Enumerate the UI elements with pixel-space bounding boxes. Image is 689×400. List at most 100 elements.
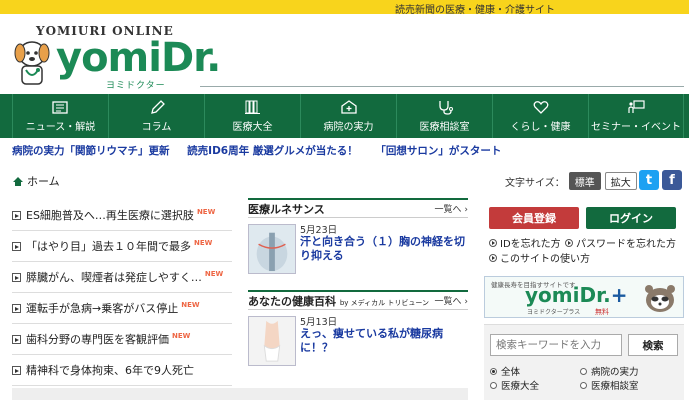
site-logo[interactable]: YOMIURI ONLINE yomiDr. ヨミドクター	[10, 22, 221, 91]
plus-banner-sub: ヨミドクタープラス	[527, 309, 581, 316]
ticker-link[interactable]: 読売ID6周年 厳選グルメが当たる！	[187, 145, 358, 157]
list-item-text: 精神科で身体拘束、6年で9人死亡	[26, 364, 194, 377]
list-item[interactable]: 「はやり目」過去１０年間で最多 NEW	[12, 231, 232, 262]
article-title[interactable]: 汗と向き合う（１）胸の神経を切り抑える	[300, 235, 466, 263]
site-tagline: 読売新聞の医療・健康・介護サイト	[395, 5, 555, 16]
facebook-icon[interactable]: f	[662, 170, 682, 190]
more-link[interactable]: 一覧へ ›	[435, 202, 468, 215]
section-title: あなたの健康百科 by メディカル トリビューン	[248, 293, 429, 309]
section-header-renaissance: 医療ルネサンス 一覧へ ›	[248, 198, 468, 218]
doctor-dog-mascot-icon	[14, 41, 50, 85]
nav-consultation-label: 医療相談室	[419, 122, 470, 133]
arrow-right-icon	[12, 272, 21, 282]
font-size-standard-button[interactable]: 標準	[568, 172, 601, 190]
nav-seminar-label: セミナー・イベント	[591, 122, 681, 133]
nav-lifestyle-label: くらし・健康	[510, 122, 571, 133]
news-ticker: 病院の実力「関節リウマチ」更新 読売ID6周年 厳選グルメが当たる！ 「回想サロ…	[12, 143, 515, 158]
presentation-icon	[628, 100, 645, 113]
nav-encyclopedia[interactable]: 医療大全	[204, 94, 300, 138]
font-size-large-button[interactable]: 拡大	[604, 172, 637, 190]
logo-brand-sub: ヨミドクター	[106, 81, 166, 91]
search-scope-encyclopedia[interactable]: 医療大全	[490, 378, 539, 392]
section-header-health-encyclopedia: あなたの健康百科 by メディカル トリビューン 一覧へ ›	[248, 290, 468, 310]
article-date: 5月23日	[300, 225, 338, 236]
search-scope-all[interactable]: 全体	[490, 364, 520, 378]
section-title-text: あなたの健康百科	[248, 294, 336, 308]
font-size-control: 文字サイズ： 標準 拡大	[505, 172, 637, 190]
twitter-icon[interactable]: t	[639, 170, 659, 190]
article-card[interactable]: 5月13日 えっ、痩せている私が糖尿病に！？	[248, 314, 468, 370]
article-title[interactable]: えっ、痩せている私が糖尿病に！？	[300, 327, 466, 355]
arrow-circle-icon	[489, 253, 497, 262]
yomidr-plus-banner[interactable]: 健康長寿を目指すサイトです yomiDr.+ ヨミドクタープラス 無料	[484, 276, 684, 318]
nav-hospital-label: 病院の実力	[323, 122, 374, 133]
list-item-text: 運転手が急病→乗客がバス停止	[26, 302, 179, 315]
logo-brand: yomiDr.	[56, 35, 221, 81]
main-nav: ニュース・解説 コラム 医療大全 病院の実力 医療相談室 くらし・健康 セミナー…	[0, 94, 689, 138]
list-item[interactable]: 膵臓がん、喫煙者は発症しやすく… NEW	[12, 262, 232, 293]
plus-banner-brand-text: yomiDr.	[525, 283, 611, 307]
search-button[interactable]: 検索	[628, 334, 678, 356]
list-item[interactable]: 運転手が急病→乗客がバス停止 NEW	[12, 293, 232, 324]
search-scope-label: 病院の実力	[591, 367, 639, 378]
plus-banner-free: 無料	[595, 308, 609, 316]
article-thumbnail-spine	[248, 224, 296, 274]
ticker-link[interactable]: 病院の実力「関節リウマチ」更新	[12, 145, 170, 157]
heart-icon	[533, 101, 548, 114]
books-icon	[244, 100, 260, 114]
top-banner: 読売新聞の医療・健康・介護サイト	[0, 0, 689, 16]
forgot-password-label: パスワードを忘れた方	[576, 239, 676, 250]
hospital-icon	[340, 100, 357, 114]
arrow-circle-icon	[565, 238, 573, 247]
news-list: ES細胞普及へ…再生医療に選択肢 NEW 「はやり目」過去１０年間で最多 NEW 膵…	[12, 200, 232, 386]
list-item[interactable]: ES細胞普及へ…再生医療に選択肢 NEW	[12, 200, 232, 231]
new-badge: NEW	[181, 301, 200, 309]
nav-column-label: コラム	[141, 122, 172, 133]
ticker-link[interactable]: 「回想サロン」がスタート	[375, 145, 501, 157]
search-scope-label: 全体	[501, 367, 521, 378]
register-button[interactable]: 会員登録	[489, 207, 579, 229]
article-card[interactable]: 5月23日 汗と向き合う（１）胸の神経を切り抑える	[248, 222, 468, 278]
stethoscope-icon	[438, 101, 453, 115]
search-scope-hospital[interactable]: 病院の実力	[580, 364, 639, 378]
pencil-icon	[150, 100, 165, 114]
plus-banner-brand: yomiDr.+	[525, 283, 627, 307]
home-icon	[13, 176, 23, 186]
forgot-id-link[interactable]: IDを忘れた方	[489, 235, 561, 250]
site-search: 検索 全体 病院の実力 医療大全 医療相談室	[484, 324, 684, 400]
list-item-text: ES細胞普及へ…再生医療に選択肢	[26, 209, 194, 222]
list-item-text: 膵臓がん、喫煙者は発症しやすく…	[26, 271, 202, 284]
plus-banner-plus: +	[610, 283, 628, 307]
arrow-right-icon	[12, 241, 21, 251]
breadcrumb-home[interactable]: ホーム	[27, 173, 60, 189]
new-badge: NEW	[194, 239, 213, 247]
radio-selected-icon	[490, 367, 497, 375]
forgot-password-link[interactable]: パスワードを忘れた方	[565, 235, 676, 250]
search-scope-label: 医療大全	[501, 381, 540, 392]
content-footer-strip	[12, 388, 468, 400]
how-to-use-link[interactable]: このサイトの使い方	[489, 250, 590, 265]
arrow-right-icon	[12, 210, 21, 220]
nav-news[interactable]: ニュース・解説	[12, 94, 108, 138]
article-date: 5月13日	[300, 317, 338, 328]
nav-consultation[interactable]: 医療相談室	[396, 94, 492, 138]
nav-seminar[interactable]: セミナー・イベント	[588, 94, 684, 138]
list-item[interactable]: 歯科分野の専門医を客観評価 NEW	[12, 324, 232, 355]
nav-column[interactable]: コラム	[108, 94, 204, 138]
nav-hospital[interactable]: 病院の実力	[300, 94, 396, 138]
nav-news-label: ニュース・解説	[25, 122, 96, 133]
search-scope-consultation[interactable]: 医療相談室	[580, 378, 639, 392]
login-button[interactable]: ログイン	[586, 207, 676, 229]
nav-encyclopedia-label: 医療大全	[232, 122, 273, 133]
search-input[interactable]	[490, 334, 622, 356]
radio-icon	[580, 367, 587, 375]
nav-lifestyle[interactable]: くらし・健康	[492, 94, 588, 138]
header-divider	[200, 86, 684, 87]
more-link[interactable]: 一覧へ ›	[435, 294, 468, 307]
arrow-right-icon	[12, 365, 21, 375]
list-item-text: 歯科分野の専門医を客観評価	[26, 333, 169, 346]
font-size-label: 文字サイズ：	[505, 177, 565, 189]
breadcrumb: ホーム	[12, 173, 60, 189]
list-item[interactable]: 精神科で身体拘束、6年で9人死亡	[12, 355, 232, 386]
arrow-right-icon	[12, 334, 21, 344]
